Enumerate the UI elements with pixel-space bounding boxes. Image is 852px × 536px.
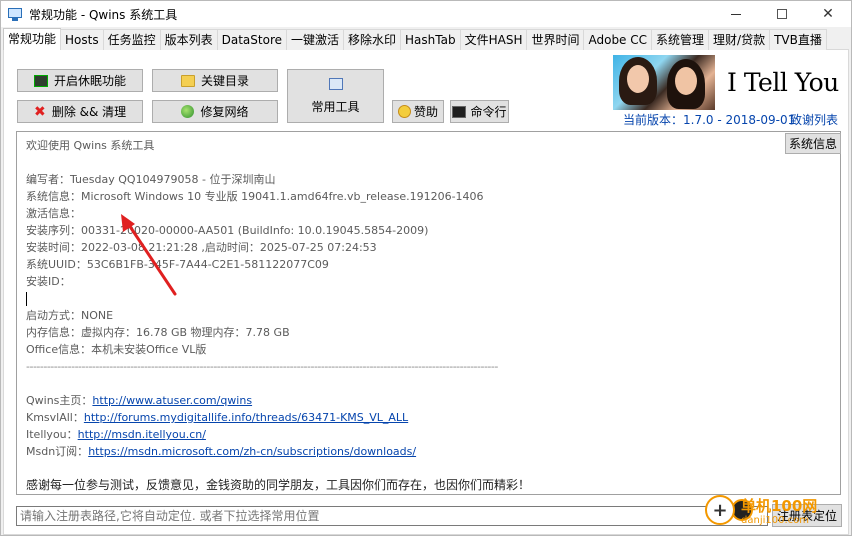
tab-task-monitor[interactable]: 任务监控	[102, 29, 161, 50]
tab-hosts[interactable]: Hosts	[60, 29, 104, 50]
watermark-domain: danji100.com	[741, 515, 809, 526]
tab-datastore[interactable]: DataStore	[216, 29, 287, 50]
welcome-text: 欢迎使用 Qwins 系统工具	[26, 139, 155, 152]
kmsvlall-link[interactable]: http://forums.mydigitallife.info/threads…	[84, 411, 408, 424]
qwins-homepage-link[interactable]: http://www.atuser.com/qwins	[92, 394, 252, 407]
office-text: Office信息：本机未安装Office VL版	[26, 343, 207, 356]
tab-strip: 常规功能 Hosts 任务监控 版本列表 DataStore 一键激活 移除水印…	[3, 28, 827, 50]
donate-button[interactable]: 赞助	[392, 100, 444, 123]
app-window: 常规功能 - Qwins 系统工具 ✕ 常规功能 Hosts 任务监控 版本列表…	[0, 0, 852, 536]
system-info-button[interactable]: 系统信息	[785, 133, 841, 154]
tab-world-time[interactable]: 世界时间	[526, 29, 585, 50]
boot-text: 启动方式：NONE	[26, 309, 114, 322]
minimize-button[interactable]	[713, 1, 759, 27]
delete-clean-label: 删除 && 清理	[51, 105, 127, 119]
memory-text: 内存信息：虚拟内存：16.78 GB 物理内存：7.78 GB	[26, 326, 290, 339]
common-tools-label: 常用工具	[311, 99, 360, 114]
donate-label: 赞助	[413, 105, 438, 119]
link-row-itellyou: Itellyou：http://msdn.itellyou.cn/	[26, 426, 831, 443]
link-label: KmsvlAll：	[26, 411, 84, 424]
thanks-list-link[interactable]: 致谢列表	[790, 111, 838, 128]
tab-system-manage[interactable]: 系统管理	[651, 29, 710, 50]
tab-general[interactable]: 常规功能	[3, 28, 62, 50]
tab-activate[interactable]: 一键激活	[286, 29, 345, 50]
tab-adobe-cc[interactable]: Adobe CC	[583, 29, 653, 50]
enable-sleep-label: 开启休眠功能	[53, 74, 126, 88]
close-icon: ✕	[822, 6, 834, 22]
tools-icon	[328, 77, 343, 90]
separator-line: ----------------------------------------…	[26, 360, 498, 373]
tab-watermark[interactable]: 移除水印	[343, 29, 402, 50]
system-info-text: 系统信息：Microsoft Windows 10 专业版 19041.1.am…	[26, 190, 484, 203]
key-dir-label: 关键目录	[200, 74, 249, 88]
close-button[interactable]: ✕	[805, 1, 851, 27]
app-icon	[7, 6, 23, 22]
tab-versions[interactable]: 版本列表	[159, 29, 218, 50]
tab-finance[interactable]: 理财/贷款	[708, 29, 771, 50]
terminal-icon	[452, 105, 467, 118]
link-label: Qwins主页：	[26, 394, 93, 407]
tab-tvb[interactable]: TVB直播	[769, 29, 827, 50]
link-label: Msdn订阅：	[26, 445, 89, 458]
link-row-qwins: Qwins主页：http://www.atuser.com/qwins	[26, 392, 831, 409]
delete-icon: ✖	[33, 103, 46, 120]
banner-text: I Tell You	[727, 68, 839, 97]
network-icon	[181, 105, 195, 118]
link-row-msdn: Msdn订阅：https://msdn.microsoft.com/zh-cn/…	[26, 443, 831, 460]
repair-network-label: 修复网络	[200, 105, 249, 119]
cmd-label: 命令行	[470, 105, 507, 119]
thanks-message: 感谢每一位参与测试，反馈意见，金钱资助的同学朋友，工具因你们而存在，也因你们而精…	[26, 478, 531, 492]
common-tools-button[interactable]: 常用工具	[287, 69, 384, 123]
banner-photo	[613, 55, 715, 110]
itellyou-link[interactable]: http://msdn.itellyou.cn/	[78, 428, 206, 441]
author-text: 编写者：Tuesday QQ104979058 - 位于深圳南山	[26, 173, 276, 186]
text-caret	[26, 292, 27, 306]
link-row-kmsvlall: KmsvlAll：http://forums.mydigitallife.inf…	[26, 409, 831, 426]
msdn-link[interactable]: https://msdn.microsoft.com/zh-cn/subscri…	[88, 445, 416, 458]
delete-clean-button[interactable]: ✖ 删除 && 清理	[17, 100, 143, 123]
tab-hashtab[interactable]: HashTab	[400, 29, 461, 50]
title-bar: 常规功能 - Qwins 系统工具 ✕	[1, 1, 851, 27]
maximize-icon	[777, 9, 787, 19]
registry-path-input[interactable]	[16, 506, 768, 526]
link-label: Itellyou：	[26, 428, 78, 441]
sleep-icon	[33, 74, 48, 87]
maximize-button[interactable]	[759, 1, 805, 27]
folder-icon	[180, 74, 195, 87]
window-title: 常规功能 - Qwins 系统工具	[29, 7, 178, 22]
tab-file-hash[interactable]: 文件HASH	[459, 29, 528, 50]
site-watermark: + 单机100网 danji100.com	[705, 495, 817, 526]
key-dir-button[interactable]: 关键目录	[152, 69, 278, 92]
repair-network-button[interactable]: 修复网络	[152, 100, 278, 123]
itellyou-banner[interactable]: I Tell You	[613, 55, 841, 110]
minimize-icon	[731, 13, 741, 15]
red-arrow-annotation	[121, 214, 177, 296]
version-link[interactable]: 当前版本：1.7.0 - 2018-09-01	[623, 111, 795, 128]
donate-icon	[397, 105, 411, 118]
info-textbox[interactable]: 欢迎使用 Qwins 系统工具 编写者：Tuesday QQ104979058 …	[16, 131, 841, 495]
cmd-button[interactable]: 命令行	[450, 100, 509, 123]
plus-logo-icon: +	[705, 495, 735, 525]
watermark-site: 单机100网	[741, 497, 818, 515]
enable-sleep-button[interactable]: 开启休眠功能	[17, 69, 143, 92]
